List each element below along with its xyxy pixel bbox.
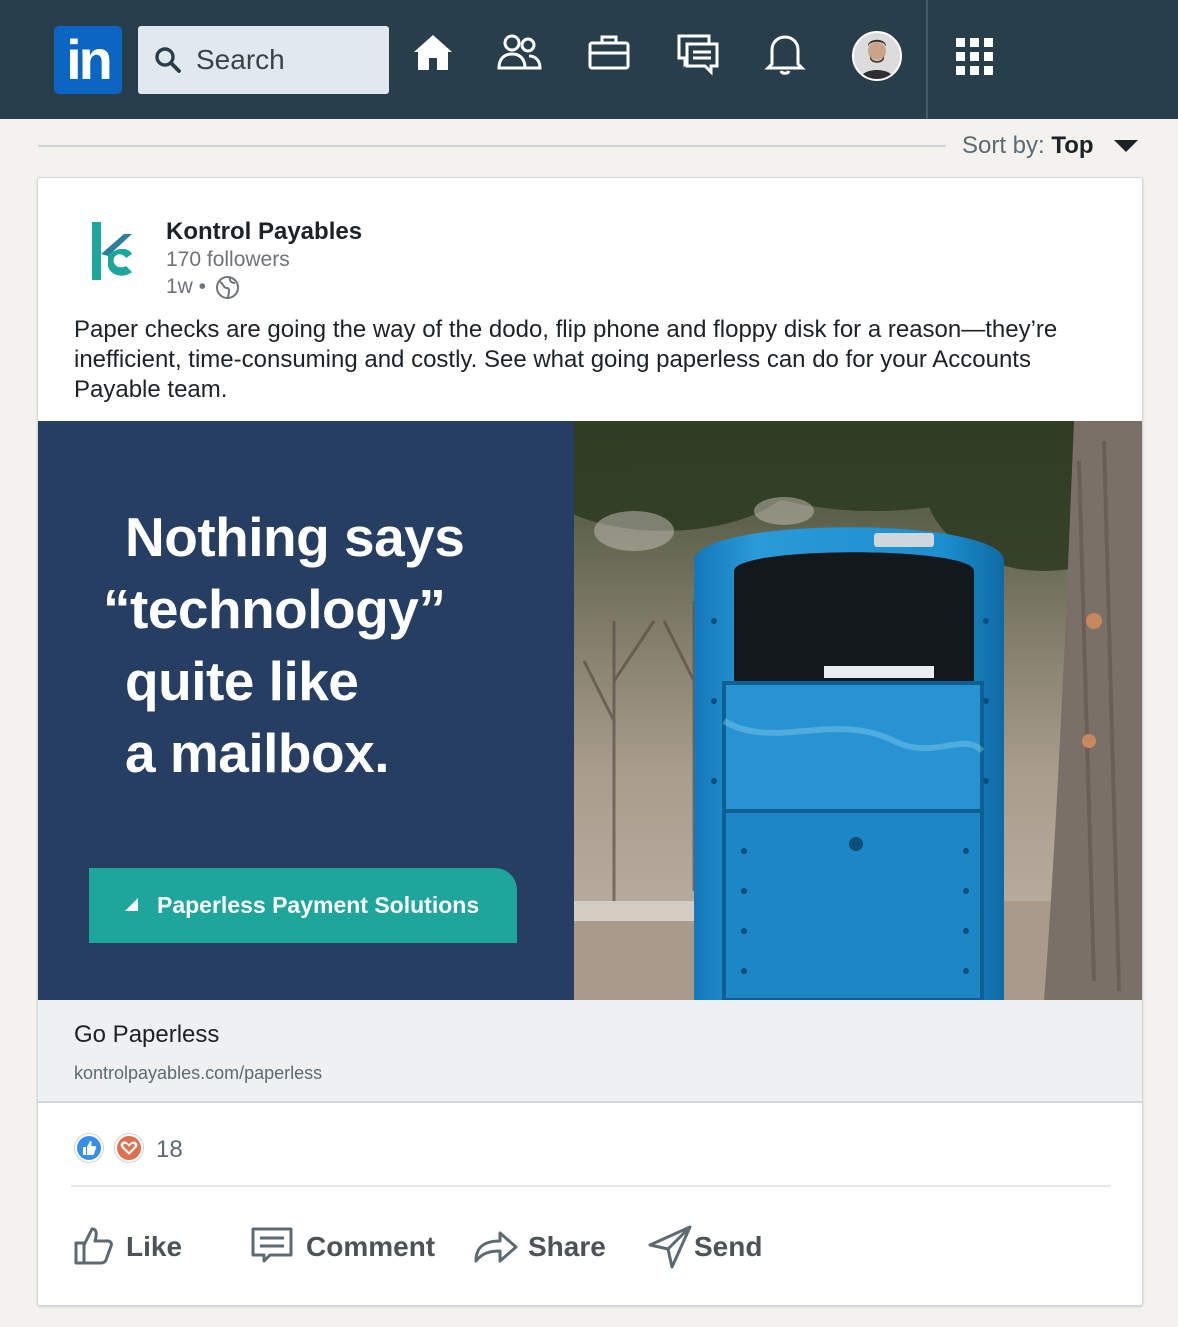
sort-label: Sort by: [962, 132, 1045, 159]
share-label: Share [528, 1231, 606, 1262]
like-reaction-icon[interactable] [75, 1134, 103, 1162]
sort-divider [38, 145, 946, 147]
messaging-icon[interactable] [675, 30, 721, 76]
jobs-icon[interactable] [586, 30, 632, 76]
caret-down-icon[interactable] [1114, 140, 1138, 152]
link-title: Go Paperless [74, 1021, 220, 1048]
send-icon [648, 1225, 692, 1269]
comment-label: Comment [306, 1231, 436, 1262]
sort-value: Top [1051, 132, 1094, 159]
send-button[interactable]: Send [648, 1223, 778, 1271]
profile-avatar[interactable] [852, 31, 902, 81]
ad-image[interactable]: Nothing says “technology” quite like a m… [38, 421, 1142, 1000]
notifications-icon[interactable] [762, 30, 808, 76]
search-input[interactable]: Search [138, 26, 389, 94]
ad-headline-line: Nothing says [125, 506, 465, 568]
triangle-icon [125, 898, 138, 911]
apps-grid-icon[interactable] [952, 34, 998, 80]
link-preview[interactable]: Go Paperless kontrolpayables.com/paperle… [38, 1000, 1142, 1103]
follower-count: 170 followers [166, 248, 290, 271]
company-logo[interactable] [88, 218, 138, 288]
comment-button[interactable]: Comment [250, 1223, 450, 1271]
thumbs-up-icon [74, 1227, 113, 1265]
profile-photo [854, 33, 900, 79]
ad-headline-line: quite like [125, 650, 359, 712]
mailbox-illustration [574, 421, 1142, 1000]
like-label: Like [126, 1231, 183, 1262]
my-network-icon[interactable] [496, 30, 542, 76]
ad-cta-label: Paperless Payment Solutions [157, 892, 480, 918]
share-button[interactable]: Share [472, 1223, 622, 1271]
link-url: kontrolpayables.com/paperless [74, 1063, 323, 1083]
reactions-divider [71, 1185, 1111, 1187]
post-time: 1w • [166, 275, 207, 298]
post-text: Paper checks are going the way of the do… [74, 316, 1058, 403]
nav-divider [926, 0, 928, 119]
reaction-count[interactable]: 18 [156, 1136, 183, 1164]
home-icon[interactable] [410, 30, 456, 76]
company-name[interactable]: Kontrol Payables [166, 218, 362, 246]
feed-post-card: Kontrol Payables 170 followers 1w • Pape… [37, 177, 1143, 1306]
sort-dropdown[interactable]: Sort by: Top [962, 132, 1094, 160]
ad-cta-banner: Paperless Payment Solutions [89, 868, 517, 943]
ad-text-panel: Nothing says “technology” quite like a m… [38, 421, 574, 1000]
love-reaction-icon[interactable] [115, 1134, 143, 1162]
ad-headline-line: “technology” [103, 578, 446, 640]
share-icon [474, 1231, 518, 1263]
mailbox-photo [574, 421, 1142, 1000]
top-navigation-bar: in Search [0, 0, 1178, 119]
search-placeholder: Search [196, 44, 285, 75]
ad-headline: Nothing says “technology” quite like a m… [103, 501, 465, 789]
search-icon [155, 47, 181, 73]
linkedin-logo[interactable]: in [54, 26, 122, 94]
globe-icon [216, 276, 239, 299]
comment-icon [251, 1227, 293, 1263]
ad-headline-line: a mailbox. [125, 722, 389, 784]
like-button[interactable]: Like [72, 1223, 202, 1271]
send-label: Send [694, 1231, 763, 1262]
